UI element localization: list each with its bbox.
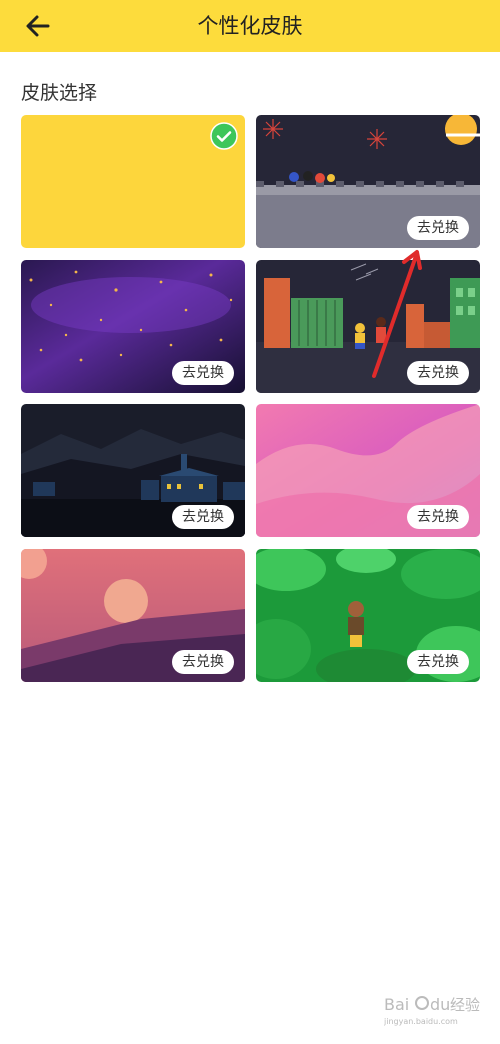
top-bar: 个性化皮肤 <box>0 0 500 52</box>
checkmark-icon <box>210 122 238 150</box>
skin-card-jungle[interactable]: 去兑换 <box>256 549 480 682</box>
svg-text:Bai: Bai <box>384 995 409 1014</box>
page-title: 个性化皮肤 <box>197 14 303 38</box>
redeem-button[interactable]: 去兑换 <box>172 650 234 674</box>
annotation-arrow <box>372 250 422 378</box>
skin-card-night-village[interactable]: 去兑换 <box>21 404 245 537</box>
redeem-button[interactable]: 去兑换 <box>172 361 234 385</box>
redeem-button[interactable]: 去兑换 <box>407 650 469 674</box>
skin-card-dusk-moon[interactable]: 去兑换 <box>21 549 245 682</box>
skin-card-yellow[interactable] <box>21 115 245 248</box>
redeem-button[interactable]: 去兑换 <box>407 505 469 529</box>
redeem-button[interactable]: 去兑换 <box>172 505 234 529</box>
svg-text:du: du <box>430 995 450 1014</box>
redeem-button[interactable]: 去兑换 <box>407 216 469 240</box>
baidu-watermark-logo: Bai du 经验 jingyan.baidu.com <box>384 995 480 1026</box>
svg-text:jingyan.baidu.com: jingyan.baidu.com <box>384 1017 458 1026</box>
skin-card-galaxy[interactable]: 去兑换 <box>21 260 245 393</box>
skin-card-pink-gradient[interactable]: 去兑换 <box>256 404 480 537</box>
section-title: 皮肤选择 <box>21 82 98 104</box>
svg-text:经验: 经验 <box>450 996 480 1014</box>
skin-card-night-wall[interactable]: 去兑换 <box>256 115 480 248</box>
